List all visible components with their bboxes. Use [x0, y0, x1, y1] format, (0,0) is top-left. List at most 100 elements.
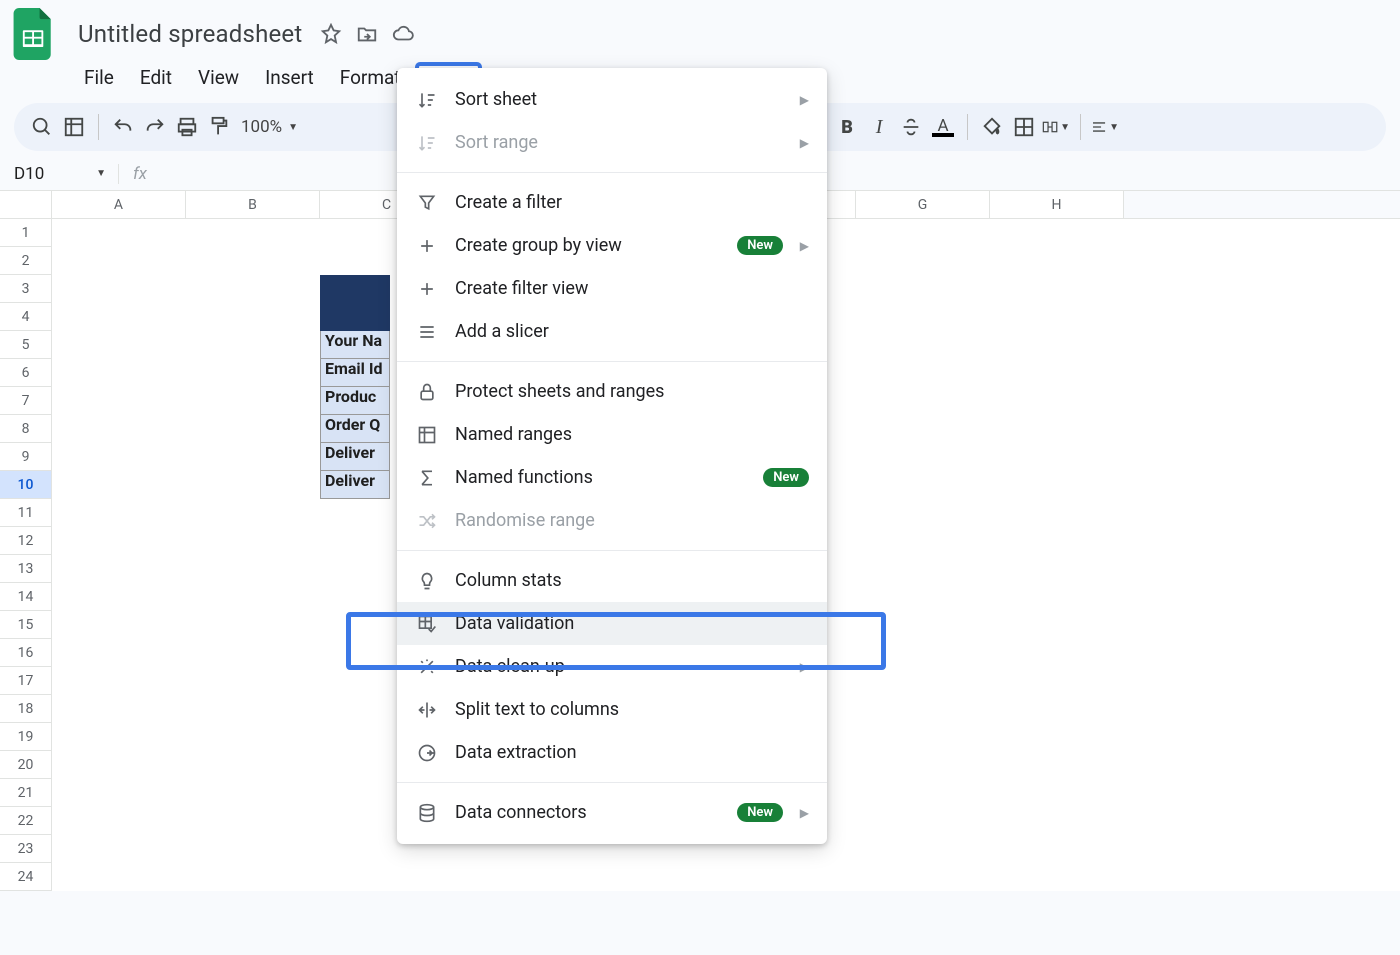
menu-edit[interactable]: Edit [128, 62, 184, 93]
separator [967, 114, 968, 140]
submenu-arrow-icon: ▶ [800, 239, 809, 253]
row-header-2[interactable]: 2 [0, 247, 52, 275]
row-header-23[interactable]: 23 [0, 835, 52, 863]
menu-item-data-clean-up[interactable]: Data clean-up ▶ [397, 645, 827, 688]
separator [98, 114, 99, 140]
row-header-11[interactable]: 11 [0, 499, 52, 527]
row-header-24[interactable]: 24 [0, 863, 52, 891]
menu-item-create-filter-view[interactable]: Create filter view [397, 267, 827, 310]
row-header-14[interactable]: 14 [0, 583, 52, 611]
menu-item-data-connectors[interactable]: Data connectorsNew▶ [397, 791, 827, 834]
menu-item-label: Named functions [455, 467, 593, 488]
menu-insert[interactable]: Insert [253, 62, 326, 93]
row-header-15[interactable]: 15 [0, 611, 52, 639]
move-icon[interactable] [354, 21, 380, 47]
row-header-8[interactable]: 8 [0, 415, 52, 443]
row-header-16[interactable]: 16 [0, 639, 52, 667]
slicer-icon [415, 320, 439, 344]
strikethrough-icon[interactable] [897, 113, 925, 141]
cell[interactable]: Deliver [320, 471, 390, 499]
fill-color-icon[interactable] [978, 113, 1006, 141]
cell[interactable]: Deliver [320, 443, 390, 471]
print-icon[interactable] [173, 113, 201, 141]
cell[interactable]: Email Id [320, 359, 390, 387]
menu-item-label: Data extraction [455, 742, 577, 763]
cloud-status-icon[interactable] [390, 21, 416, 47]
separator [1080, 114, 1081, 140]
doc-title[interactable]: Untitled spreadsheet [72, 18, 308, 50]
bold-icon[interactable]: B [833, 113, 861, 141]
col-header-A[interactable]: A [52, 191, 186, 218]
menu-item-protect-sheets-and-ranges[interactable]: Protect sheets and ranges [397, 370, 827, 413]
row-header-10[interactable]: 10 [0, 471, 52, 499]
row-header-19[interactable]: 19 [0, 723, 52, 751]
menu-item-sort-sheet[interactable]: Sort sheet▶ [397, 78, 827, 121]
menu-item-label: Create a filter [455, 192, 562, 213]
align-icon[interactable]: ▼ [1091, 113, 1119, 141]
undo-icon[interactable] [109, 113, 137, 141]
row-header-7[interactable]: 7 [0, 387, 52, 415]
menu-item-data-extraction[interactable]: Data extraction [397, 731, 827, 774]
grid-icon[interactable] [60, 113, 88, 141]
star-icon[interactable] [318, 21, 344, 47]
menu-item-named-ranges[interactable]: Named ranges [397, 413, 827, 456]
cell[interactable]: Produc [320, 387, 390, 415]
row-header-9[interactable]: 9 [0, 443, 52, 471]
menu-separator [397, 361, 827, 362]
zoom-dropdown[interactable]: 100%▼ [237, 117, 302, 137]
col-header-G[interactable]: G [856, 191, 990, 218]
chevron-down-icon: ▼ [288, 122, 298, 133]
split-icon [415, 698, 439, 722]
menu-item-create-group-by-view[interactable]: Create group by viewNew▶ [397, 224, 827, 267]
menu-item-named-functions[interactable]: Named functionsNew [397, 456, 827, 499]
formula-bar[interactable]: fx [118, 164, 147, 184]
borders-icon[interactable] [1010, 113, 1038, 141]
row-header-17[interactable]: 17 [0, 667, 52, 695]
cell[interactable]: Your Na [320, 331, 390, 359]
menu-item-create-a-filter[interactable]: Create a filter [397, 181, 827, 224]
italic-icon[interactable]: I [865, 113, 893, 141]
row-header-13[interactable]: 13 [0, 555, 52, 583]
row-header-21[interactable]: 21 [0, 779, 52, 807]
row-header-4[interactable]: 4 [0, 303, 52, 331]
submenu-arrow-icon: ▶ [800, 136, 809, 150]
col-header-H[interactable]: H [990, 191, 1124, 218]
sheets-logo[interactable] [12, 8, 56, 60]
menu-file[interactable]: File [72, 62, 126, 93]
menu-item-add-a-slicer[interactable]: Add a slicer [397, 310, 827, 353]
select-all-corner[interactable] [0, 191, 52, 218]
text-color-icon[interactable]: A [929, 113, 957, 141]
db-icon [415, 801, 439, 825]
header-cell[interactable] [320, 275, 390, 331]
row-header-6[interactable]: 6 [0, 359, 52, 387]
name-box[interactable]: D10▼ [0, 164, 118, 184]
row-header-3[interactable]: 3 [0, 275, 52, 303]
col-header-B[interactable]: B [186, 191, 320, 218]
submenu-arrow-icon: ▶ [800, 806, 809, 820]
named-ranges-icon [415, 423, 439, 447]
merge-cells-icon[interactable]: ▼ [1042, 113, 1070, 141]
menu-item-split-text-to-columns[interactable]: Split text to columns [397, 688, 827, 731]
cell[interactable]: Order Q [320, 415, 390, 443]
search-icon[interactable] [28, 113, 56, 141]
menu-item-column-stats[interactable]: Column stats [397, 559, 827, 602]
row-header-20[interactable]: 20 [0, 751, 52, 779]
menu-item-data-validation[interactable]: Data validation [397, 602, 827, 645]
plus-icon [415, 234, 439, 258]
menu-separator [397, 172, 827, 173]
data-range: Your NaEmail IdProducOrder QDeliverDeliv… [320, 275, 390, 499]
row-header-5[interactable]: 5 [0, 331, 52, 359]
row-header-18[interactable]: 18 [0, 695, 52, 723]
paint-format-icon[interactable] [205, 113, 233, 141]
menu-item-label: Named ranges [455, 424, 572, 445]
menu-item-label: Data clean-up [455, 656, 565, 677]
row-header-12[interactable]: 12 [0, 527, 52, 555]
redo-icon[interactable] [141, 113, 169, 141]
chevron-down-icon: ▼ [96, 168, 106, 179]
row-header-22[interactable]: 22 [0, 807, 52, 835]
menu-view[interactable]: View [186, 62, 251, 93]
sort-range-icon [415, 131, 439, 155]
row-header-1[interactable]: 1 [0, 219, 52, 247]
menu-item-label: Add a slicer [455, 321, 549, 342]
submenu-arrow-icon: ▶ [800, 660, 809, 674]
